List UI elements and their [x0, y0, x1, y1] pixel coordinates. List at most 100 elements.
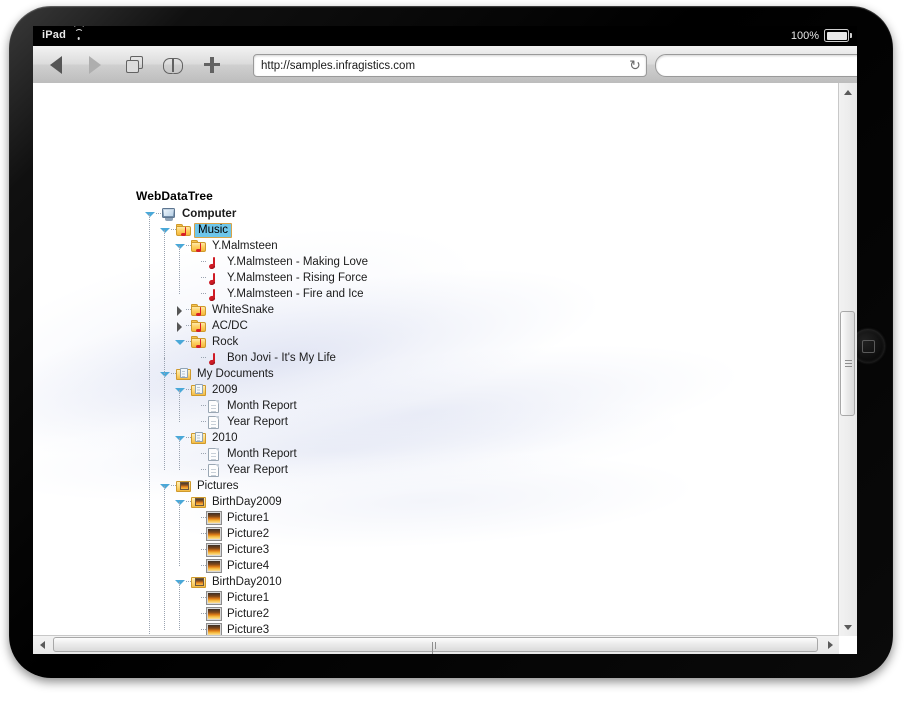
tree-node-label[interactable]: Picture1	[225, 511, 271, 525]
picture-icon	[206, 607, 222, 621]
tree-node[interactable]: Computer	[143, 206, 238, 222]
address-bar[interactable]: http://samples.infragistics.com ↻	[253, 54, 647, 77]
tree-node-label[interactable]: Bon Jovi - It's My Life	[225, 351, 338, 365]
horizontal-scrollbar[interactable]	[33, 635, 839, 654]
expand-arrow-icon[interactable]	[173, 304, 186, 317]
picture-icon	[206, 511, 222, 525]
tree-node-label[interactable]: AC/DC	[210, 319, 250, 333]
tree-node[interactable]: 2010	[173, 430, 240, 446]
back-button[interactable]	[43, 52, 69, 78]
picture-icon	[206, 527, 222, 541]
tree-node-label[interactable]: Picture4	[225, 559, 271, 573]
tree-node[interactable]: 2009	[173, 382, 240, 398]
tree-guide-line	[164, 230, 165, 358]
tree-node[interactable]: Month Report	[188, 398, 299, 414]
tree-node[interactable]: Y.Malmsteen - Rising Force	[188, 270, 369, 286]
address-bar-url[interactable]: http://samples.infragistics.com	[254, 60, 624, 72]
pages-button[interactable]	[121, 52, 147, 78]
tree-node-label[interactable]: Y.Malmsteen - Rising Force	[225, 271, 369, 285]
tree-node[interactable]: BirthDay2009	[173, 494, 284, 510]
music-folder-icon	[176, 223, 192, 237]
document-icon	[206, 447, 222, 461]
tree-node[interactable]: Rock	[173, 334, 240, 350]
tree-node[interactable]: Y.Malmsteen	[173, 238, 280, 254]
scroll-down-arrow-icon[interactable]	[839, 618, 857, 636]
tree-node-label[interactable]: WhiteSnake	[210, 303, 276, 317]
tree-node-label[interactable]: Y.Malmsteen - Fire and Ice	[225, 287, 366, 301]
tree-node[interactable]: Picture3	[188, 542, 271, 558]
tree-line-stub	[188, 352, 201, 365]
tree-guide-line	[149, 214, 150, 636]
tree-line-stub	[188, 400, 201, 413]
tree-node[interactable]: My Documents	[158, 366, 276, 382]
picture-icon	[206, 559, 222, 573]
scroll-right-arrow-icon[interactable]	[821, 636, 839, 654]
tree-node[interactable]: Picture2	[188, 606, 271, 622]
tree-node-label[interactable]: Computer	[180, 207, 238, 221]
bookmarks-button[interactable]	[160, 52, 186, 78]
tree-node[interactable]: Picture1	[188, 510, 271, 526]
tree-guide-line	[179, 582, 180, 630]
tree-node-label[interactable]: BirthDay2009	[210, 495, 284, 509]
tree-node[interactable]: Picture2	[188, 526, 271, 542]
tree-line-stub	[188, 592, 201, 605]
tree-node[interactable]: Bon Jovi - It's My Life	[188, 350, 338, 366]
document-icon	[206, 415, 222, 429]
wifi-icon	[72, 29, 85, 40]
tree-node-label[interactable]: Picture2	[225, 607, 271, 621]
tree-line-stub	[188, 448, 201, 461]
tree-node[interactable]: BirthDay2010	[173, 574, 284, 590]
tree-node[interactable]: Month Report	[188, 446, 299, 462]
tree-node[interactable]: Year Report	[188, 414, 290, 430]
tree-node[interactable]: WhiteSnake	[173, 302, 276, 318]
tree-node[interactable]: Picture4	[188, 558, 271, 574]
tree-guide-line	[164, 486, 165, 630]
tree-node-label[interactable]: Year Report	[225, 415, 290, 429]
tree-node-label[interactable]: Pictures	[195, 479, 241, 493]
vertical-scrollbar[interactable]	[838, 83, 857, 636]
tree-node-label[interactable]: Picture3	[225, 543, 271, 557]
tree-node-label[interactable]: My Documents	[195, 367, 276, 381]
tree-node-label[interactable]: Rock	[210, 335, 240, 349]
tree-node-label[interactable]: Month Report	[225, 399, 299, 413]
search-field[interactable]	[655, 54, 857, 77]
horizontal-scrollbar-thumb[interactable]	[53, 637, 818, 654]
tree-node-label[interactable]: Y.Malmsteen	[210, 239, 280, 253]
add-tab-button[interactable]	[199, 52, 225, 78]
vertical-scrollbar-thumb[interactable]	[840, 311, 855, 416]
tree-node[interactable]: Y.Malmsteen - Fire and Ice	[188, 286, 366, 302]
tree-node-label[interactable]: 2010	[210, 431, 240, 445]
expand-arrow-icon[interactable]	[173, 320, 186, 333]
pictures-folder-icon	[191, 495, 207, 509]
tree-line-stub	[188, 272, 201, 285]
forward-button[interactable]	[82, 52, 108, 78]
ipad-screen: iPad 100% http://samples.infragistics.co…	[33, 26, 857, 654]
tree-node[interactable]: Y.Malmsteen - Making Love	[188, 254, 370, 270]
battery-percent-label: 100%	[790, 29, 819, 42]
scroll-up-arrow-icon[interactable]	[839, 83, 857, 101]
tree-node-label[interactable]: Year Report	[225, 463, 290, 477]
tree-node[interactable]: Picture1	[188, 590, 271, 606]
music-note-icon	[206, 287, 222, 301]
tree-line-stub	[188, 416, 201, 429]
tree-node-label[interactable]: Music	[194, 222, 233, 238]
browser-toolbar: http://samples.infragistics.com ↻	[33, 46, 857, 84]
collapse-arrow-icon[interactable]	[173, 336, 186, 349]
scrollbar-grip-icon	[431, 642, 440, 654]
tree-node-label[interactable]: Picture1	[225, 591, 271, 605]
tree-node[interactable]: AC/DC	[173, 318, 250, 334]
tree-node-label[interactable]: Picture2	[225, 527, 271, 541]
tree-node-label[interactable]: BirthDay2010	[210, 575, 284, 589]
tree-line-stub	[188, 544, 201, 557]
reload-icon[interactable]: ↻	[624, 55, 646, 76]
tree-node-label[interactable]: 2009	[210, 383, 240, 397]
tree-node[interactable]: Music	[158, 222, 233, 238]
tree-node[interactable]: Year Report	[188, 462, 290, 478]
scroll-left-arrow-icon[interactable]	[33, 636, 51, 654]
tree-node-label[interactable]: Month Report	[225, 447, 299, 461]
tree-node[interactable]: Picture3	[188, 622, 271, 636]
tree-node[interactable]: Pictures	[158, 478, 241, 494]
picture-icon	[206, 591, 222, 605]
documents-folder-icon	[176, 367, 192, 381]
tree-node-label[interactable]: Y.Malmsteen - Making Love	[225, 255, 370, 269]
